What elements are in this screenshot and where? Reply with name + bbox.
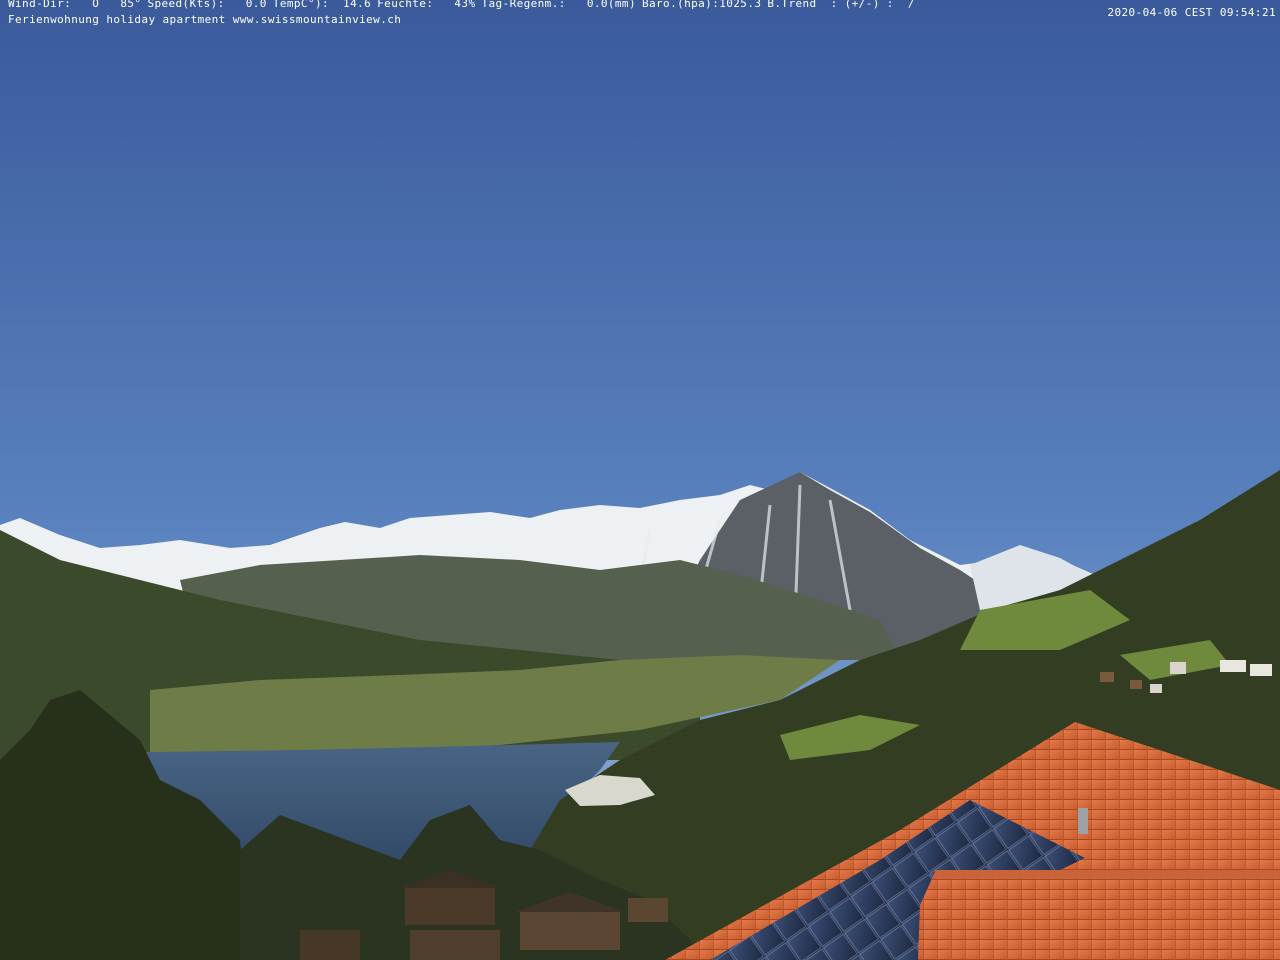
barometer-readout: Baro.(hpa):1025.3: [641, 0, 762, 10]
rainfall-readout: Tag-Regenm.: 0.0(mm): [481, 0, 636, 10]
webcam-caption: Ferienwohnung holiday apartment www.swis…: [8, 13, 402, 26]
humidity-readout: Feuchte: 43%: [377, 0, 476, 10]
wind-direction-readout: Wind-Dir: O 85°: [8, 0, 142, 10]
temperature-readout: TempC°): 14.6: [272, 0, 372, 10]
webcam-timestamp: 2020-04-06 CEST 09:54:21: [1107, 6, 1276, 19]
roof-ridge: [935, 870, 1280, 878]
weather-data-overlay: Wind-Dir: O 85° Speed(Kts): 0.0 TempC°): 1…: [8, 0, 921, 9]
chimney-vent: [1078, 808, 1088, 834]
webcam-landscape-scene: [0, 0, 1280, 960]
barometer-trend-readout: B.Trend : (+/-) : /: [767, 0, 915, 10]
wind-speed-readout: Speed(Kts): 0.0: [147, 0, 267, 10]
foreground-roof-lower: [918, 868, 1280, 960]
